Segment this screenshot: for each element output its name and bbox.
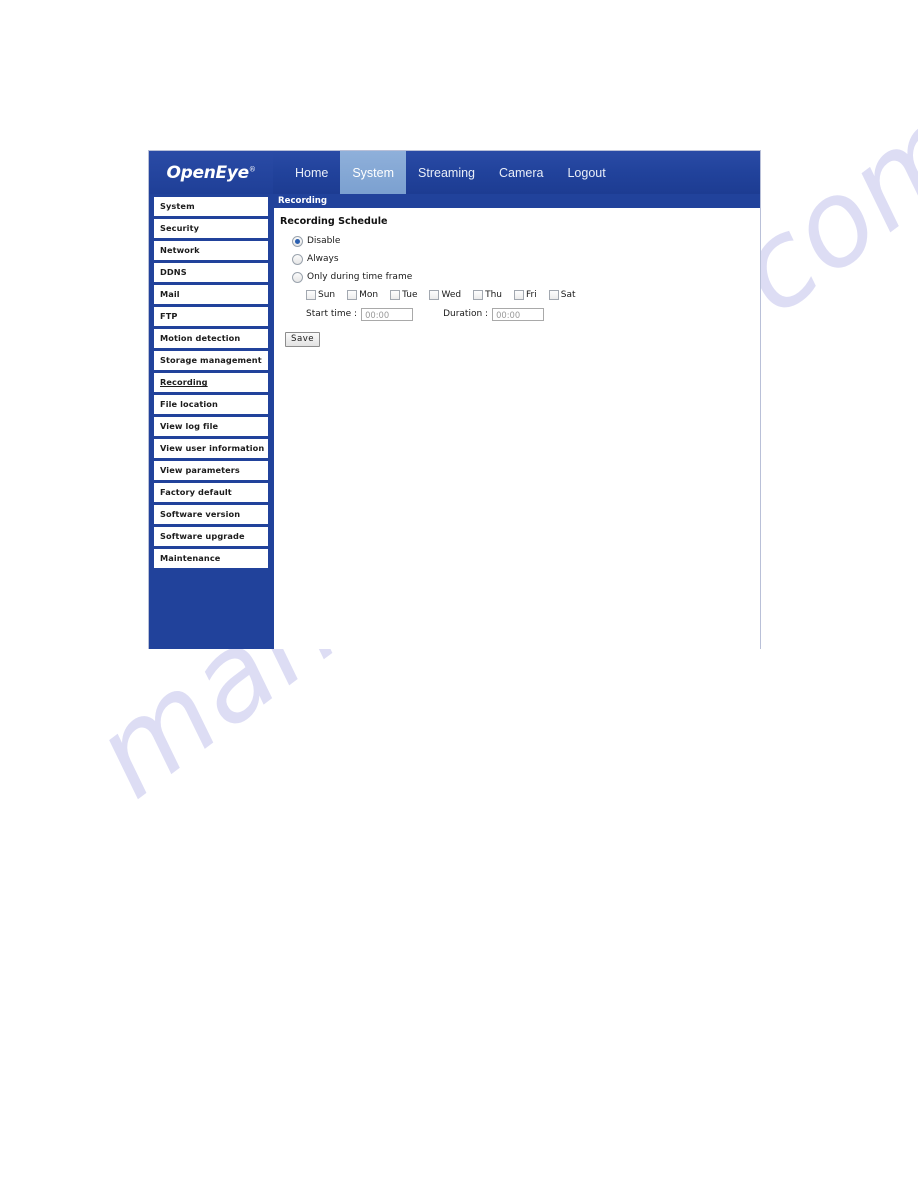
checkbox-fri[interactable]: Fri	[514, 290, 537, 300]
radio-disable-label: Disable	[307, 235, 341, 246]
sidebar-item-label: View parameters	[160, 465, 240, 476]
sidebar-item-software-version[interactable]: Software version	[153, 504, 269, 525]
radio-disable-icon[interactable]	[292, 235, 303, 247]
checkbox-sun-icon[interactable]	[306, 290, 316, 300]
checkbox-fri-label: Fri	[526, 289, 537, 300]
sidebar-item-view-parameters[interactable]: View parameters	[153, 460, 269, 481]
checkbox-mon-icon[interactable]	[347, 290, 358, 300]
checkbox-tue-icon[interactable]	[390, 290, 401, 300]
checkbox-tue-label: Tue	[402, 289, 418, 300]
sidebar-item-ddns[interactable]: DDNS	[153, 262, 269, 283]
checkbox-wed-icon[interactable]	[429, 290, 440, 300]
page-title: Recording	[278, 196, 328, 206]
sidebar-item-label: Factory default	[160, 487, 232, 498]
save-button[interactable]: Save	[285, 332, 321, 347]
sidebar-item-factory-default[interactable]: Factory default	[153, 482, 269, 503]
sidebar-item-motion-detection[interactable]: Motion detection	[153, 328, 269, 349]
nav-tab-logout[interactable]: Logout	[555, 151, 617, 194]
checkbox-fri-icon[interactable]	[514, 290, 525, 300]
sidebar-item-label: Security	[160, 223, 200, 234]
sidebar-item-mail[interactable]: Mail	[153, 284, 269, 305]
duration-group: Duration : 00:00	[443, 307, 545, 321]
time-frame-row: Start time : 00:00 Duration : 00:00	[306, 306, 760, 322]
sidebar-item-label: View log file	[160, 421, 219, 432]
checkbox-wed-label: Wed	[441, 289, 462, 300]
section-heading: Recording Schedule	[280, 216, 388, 227]
sidebar-item-storage-management[interactable]: Storage management	[153, 350, 269, 371]
checkbox-sun[interactable]: Sun	[306, 290, 335, 300]
sidebar-item-recording[interactable]: Recording	[153, 372, 269, 393]
sidebar-item-software-upgrade[interactable]: Software upgrade	[153, 526, 269, 547]
sidebar-item-label: Software upgrade	[160, 531, 245, 542]
recording-schedule-form: Recording Schedule Disable Always Only d…	[274, 208, 760, 347]
sidebar-item-security[interactable]: Security	[153, 218, 269, 239]
sidebar-item-network[interactable]: Network	[153, 240, 269, 261]
sidebar-item-file-location[interactable]: File location	[153, 394, 269, 415]
sidebar-item-view-log-file[interactable]: View log file	[153, 416, 269, 437]
top-navigation-bar: OpenEye® Home System Streaming Camera Lo…	[149, 151, 760, 194]
radio-time-frame-icon[interactable]	[292, 271, 303, 283]
brand-trademark-icon: ®	[248, 164, 256, 173]
content-pane: Recording Recording Schedule Disable Alw…	[273, 194, 760, 649]
brand-logo[interactable]: OpenEye®	[149, 151, 273, 194]
nav-tab-system[interactable]: System	[340, 151, 407, 194]
sidebar-item-maintenance[interactable]: Maintenance	[153, 548, 269, 569]
save-row: Save	[285, 328, 760, 347]
checkbox-thu-icon[interactable]	[473, 290, 484, 300]
sidebar-item-label: Recording	[160, 377, 208, 388]
sidebar-item-view-user-information[interactable]: View user information	[153, 438, 269, 459]
sidebar-item-label: DDNS	[160, 267, 187, 278]
sidebar-item-label: Network	[160, 245, 200, 256]
brand-logo-text: OpenEye®	[166, 163, 255, 183]
sidebar-item-label: FTP	[160, 311, 178, 322]
radio-time-frame-label: Only during time frame	[307, 271, 413, 282]
checkbox-wed[interactable]: Wed	[429, 290, 461, 300]
start-time-label: Start time :	[306, 308, 358, 319]
sidebar-item-label: File location	[160, 399, 218, 410]
sidebar-item-label: Motion detection	[160, 333, 241, 344]
brand-logo-word: OpenEye	[166, 162, 249, 183]
sidebar-item-label: Software version	[160, 509, 241, 520]
radio-always-label: Always	[307, 253, 339, 264]
checkbox-tue[interactable]: Tue	[390, 290, 417, 300]
checkbox-sun-label: Sun	[318, 289, 336, 300]
radio-row-disable[interactable]: Disable	[292, 234, 760, 248]
sidebar-item-label: View user information	[160, 443, 265, 454]
start-time-input[interactable]: 00:00	[361, 307, 414, 321]
nav-tab-camera[interactable]: Camera	[487, 151, 555, 194]
checkbox-mon-label: Mon	[359, 289, 379, 300]
radio-row-always[interactable]: Always	[292, 252, 760, 266]
camera-web-ui-frame: OpenEye® Home System Streaming Camera Lo…	[148, 150, 761, 649]
duration-label: Duration :	[443, 308, 489, 319]
checkbox-sat-icon[interactable]	[548, 290, 559, 300]
sidebar-item-label: Mail	[160, 289, 180, 300]
radio-always-icon[interactable]	[292, 253, 303, 265]
sidebar-item-label: Storage management	[160, 355, 262, 366]
radio-row-only-during-time-frame[interactable]: Only during time frame	[292, 270, 760, 284]
weekday-checkbox-row: Sun Mon Tue Wed Thu Fri Sat	[306, 288, 760, 302]
checkbox-mon[interactable]: Mon	[347, 290, 378, 300]
sidebar-menu: System Security Network DDNS Mail FTP Mo…	[149, 194, 273, 649]
checkbox-sat[interactable]: Sat	[548, 289, 576, 300]
nav-tab-streaming[interactable]: Streaming	[406, 151, 487, 194]
sidebar-item-ftp[interactable]: FTP	[153, 306, 269, 327]
content-title-bar: Recording	[274, 194, 760, 208]
checkbox-thu-label: Thu	[485, 289, 503, 300]
sidebar-item-label: System	[160, 201, 195, 212]
duration-input[interactable]: 00:00	[492, 307, 545, 321]
checkbox-thu[interactable]: Thu	[473, 290, 502, 300]
sidebar-item-system[interactable]: System	[153, 196, 269, 217]
sidebar-item-label: Maintenance	[160, 553, 221, 564]
checkbox-sat-label: Sat	[560, 289, 576, 300]
main-body: System Security Network DDNS Mail FTP Mo…	[149, 194, 760, 649]
nav-tab-home[interactable]: Home	[283, 151, 340, 194]
